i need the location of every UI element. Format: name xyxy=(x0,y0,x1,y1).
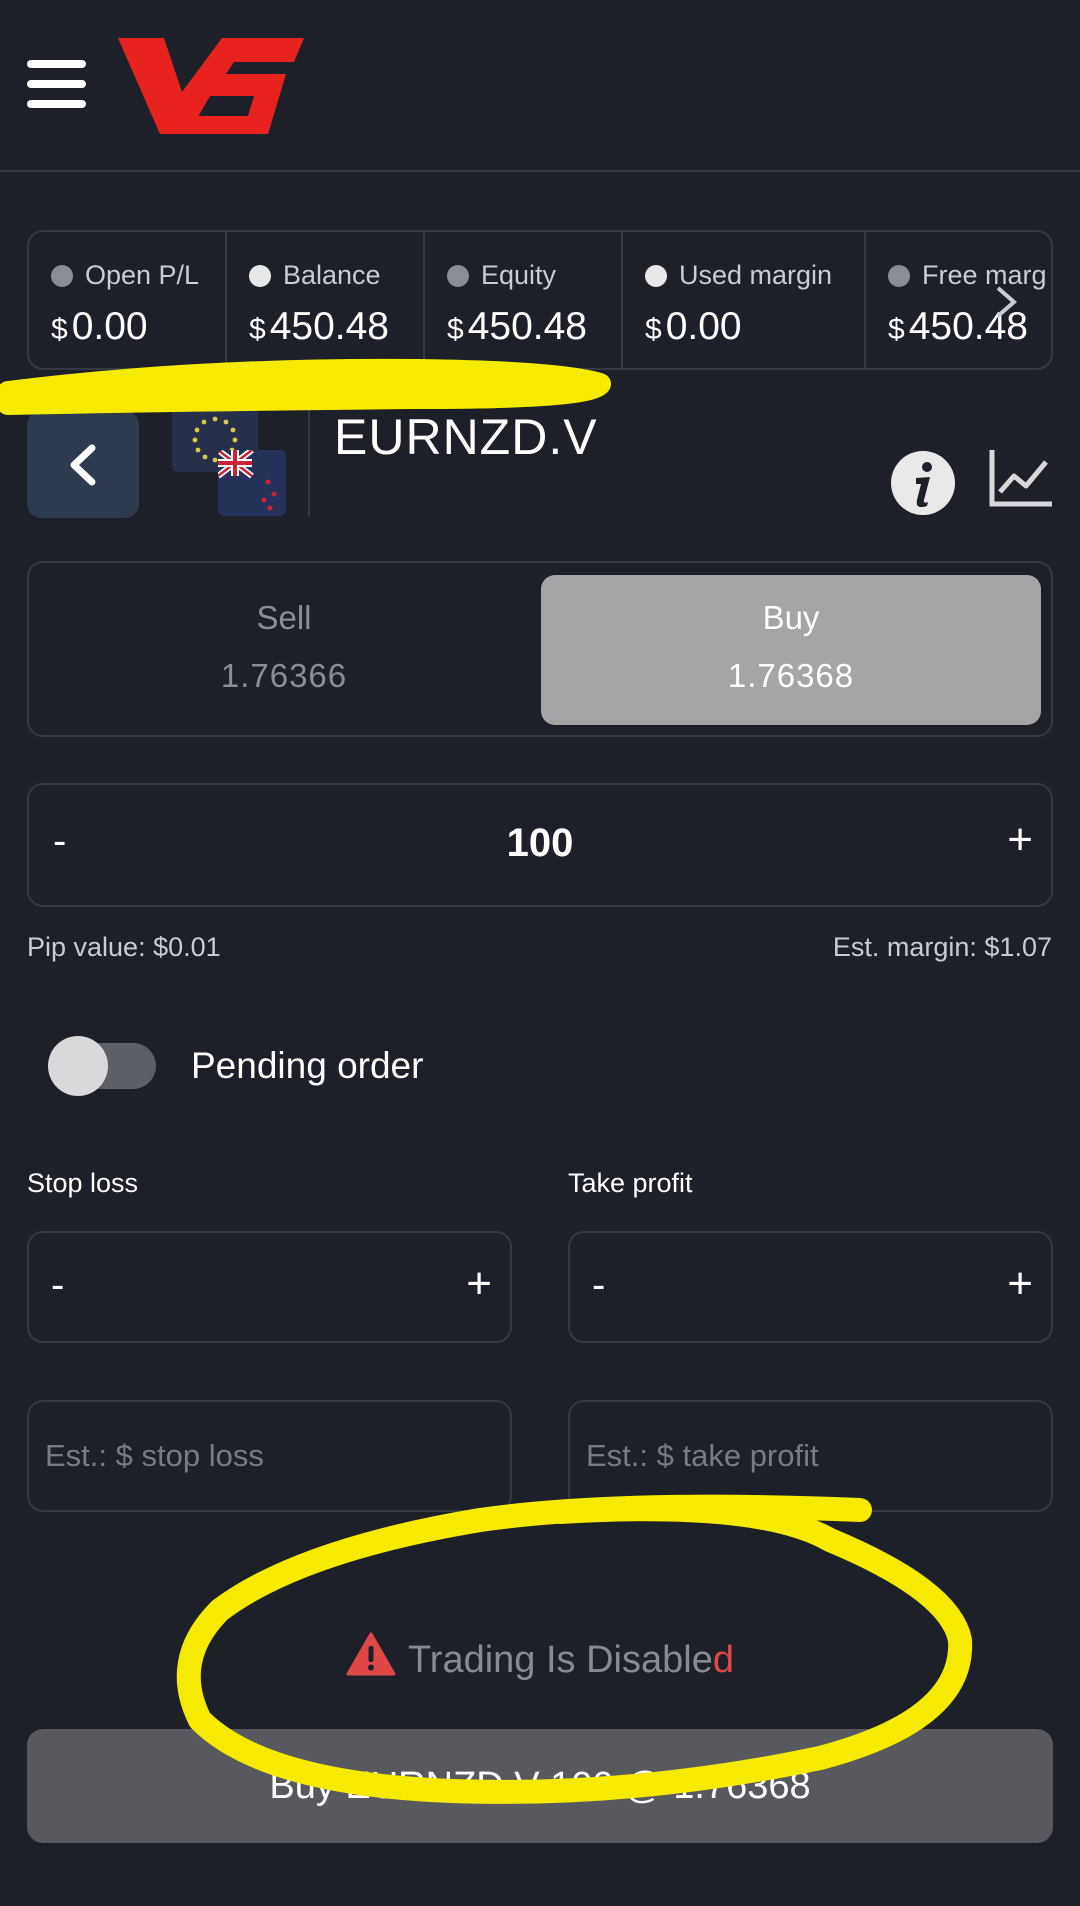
quantity-stepper: - 100 + xyxy=(27,783,1053,907)
account-balance: Balance $450.48 xyxy=(227,232,425,368)
notice-text-end: d xyxy=(712,1639,734,1681)
account-open-pl: Open P/L $0.00 xyxy=(29,232,227,368)
chevron-right-icon[interactable] xyxy=(994,284,1018,320)
pending-order-toggle[interactable] xyxy=(48,1036,156,1096)
top-bar xyxy=(0,0,1080,172)
quantity-value[interactable]: 100 xyxy=(29,821,1051,866)
buy-label: Buy xyxy=(762,599,820,636)
take-profit-increase-button[interactable]: + xyxy=(1007,1259,1033,1309)
currency-symbol: $ xyxy=(249,313,266,346)
nz-flag-icon xyxy=(218,450,286,516)
account-label: Free marg xyxy=(922,260,1047,290)
account-equity: Equity $450.48 xyxy=(425,232,623,368)
status-dot-icon xyxy=(888,264,910,287)
stop-loss-label: Stop loss xyxy=(27,1168,139,1198)
warning-icon xyxy=(346,1632,396,1676)
trade-screen: Open P/L $0.00 Balance $450.48 Equity $4… xyxy=(0,0,1080,1906)
place-order-button[interactable]: Buy EURNZD.V 100 @ 1.76368 xyxy=(27,1729,1053,1843)
hamburger-menu-icon[interactable] xyxy=(27,60,86,110)
side-selector: Sell 1.76366 Buy 1.76368 xyxy=(27,561,1053,737)
stop-loss-increase-button[interactable]: + xyxy=(466,1259,492,1309)
account-label: Used margin xyxy=(679,260,833,290)
brand-logo xyxy=(118,38,304,134)
buy-price: 1.76368 xyxy=(727,657,855,694)
account-summary[interactable]: Open P/L $0.00 Balance $450.48 Equity $4… xyxy=(27,230,1053,370)
account-value: 450.48 xyxy=(467,305,587,348)
stop-loss-estimate-input[interactable] xyxy=(27,1400,512,1512)
account-value: 0.00 xyxy=(71,305,148,348)
account-value: 0.00 xyxy=(665,305,742,348)
account-label: Balance xyxy=(283,260,381,290)
trading-disabled-notice: Trading Is Disabled xyxy=(0,1632,1080,1682)
buy-button[interactable]: Buy 1.76368 xyxy=(541,575,1041,725)
sell-label: Sell xyxy=(256,599,312,636)
account-label: Open P/L xyxy=(85,260,200,290)
status-dot-icon xyxy=(51,264,73,287)
chart-icon[interactable] xyxy=(988,448,1054,508)
currency-symbol: $ xyxy=(888,313,905,346)
sell-price: 1.76366 xyxy=(220,657,348,694)
take-profit-estimate-input[interactable] xyxy=(568,1400,1053,1512)
stop-loss-stepper: - + xyxy=(27,1231,512,1343)
notice-text: Trading Is Disable xyxy=(408,1639,713,1681)
take-profit-label: Take profit xyxy=(568,1168,693,1198)
divider xyxy=(308,404,310,516)
status-dot-icon xyxy=(645,264,667,287)
currency-symbol: $ xyxy=(447,313,464,346)
back-button[interactable] xyxy=(27,411,139,518)
est-margin: Est. margin: $1.07 xyxy=(832,932,1052,962)
currency-symbol: $ xyxy=(51,313,68,346)
account-used-margin: Used margin $0.00 xyxy=(623,232,866,368)
toggle-knob xyxy=(48,1036,108,1096)
info-icon[interactable] xyxy=(890,450,956,516)
account-free-margin: Free marg $450.48 xyxy=(866,232,1051,368)
take-profit-decrease-button[interactable]: - xyxy=(592,1263,605,1308)
quantity-increase-button[interactable]: + xyxy=(1007,815,1033,865)
stop-loss-decrease-button[interactable]: - xyxy=(51,1263,64,1308)
account-label: Equity xyxy=(481,260,557,290)
currency-pair-flags xyxy=(168,400,288,520)
status-dot-icon xyxy=(447,264,469,287)
sell-button[interactable]: Sell 1.76366 xyxy=(29,563,539,735)
take-profit-stepper: - + xyxy=(568,1231,1053,1343)
currency-symbol: $ xyxy=(645,313,662,346)
pip-value: Pip value: $0.01 xyxy=(27,932,221,962)
chevron-left-icon xyxy=(70,444,96,485)
account-value: 450.48 xyxy=(269,305,389,348)
instrument-symbol: EURNZD.V xyxy=(334,409,598,465)
pending-order-label: Pending order xyxy=(191,1045,424,1086)
status-dot-icon xyxy=(249,264,271,287)
